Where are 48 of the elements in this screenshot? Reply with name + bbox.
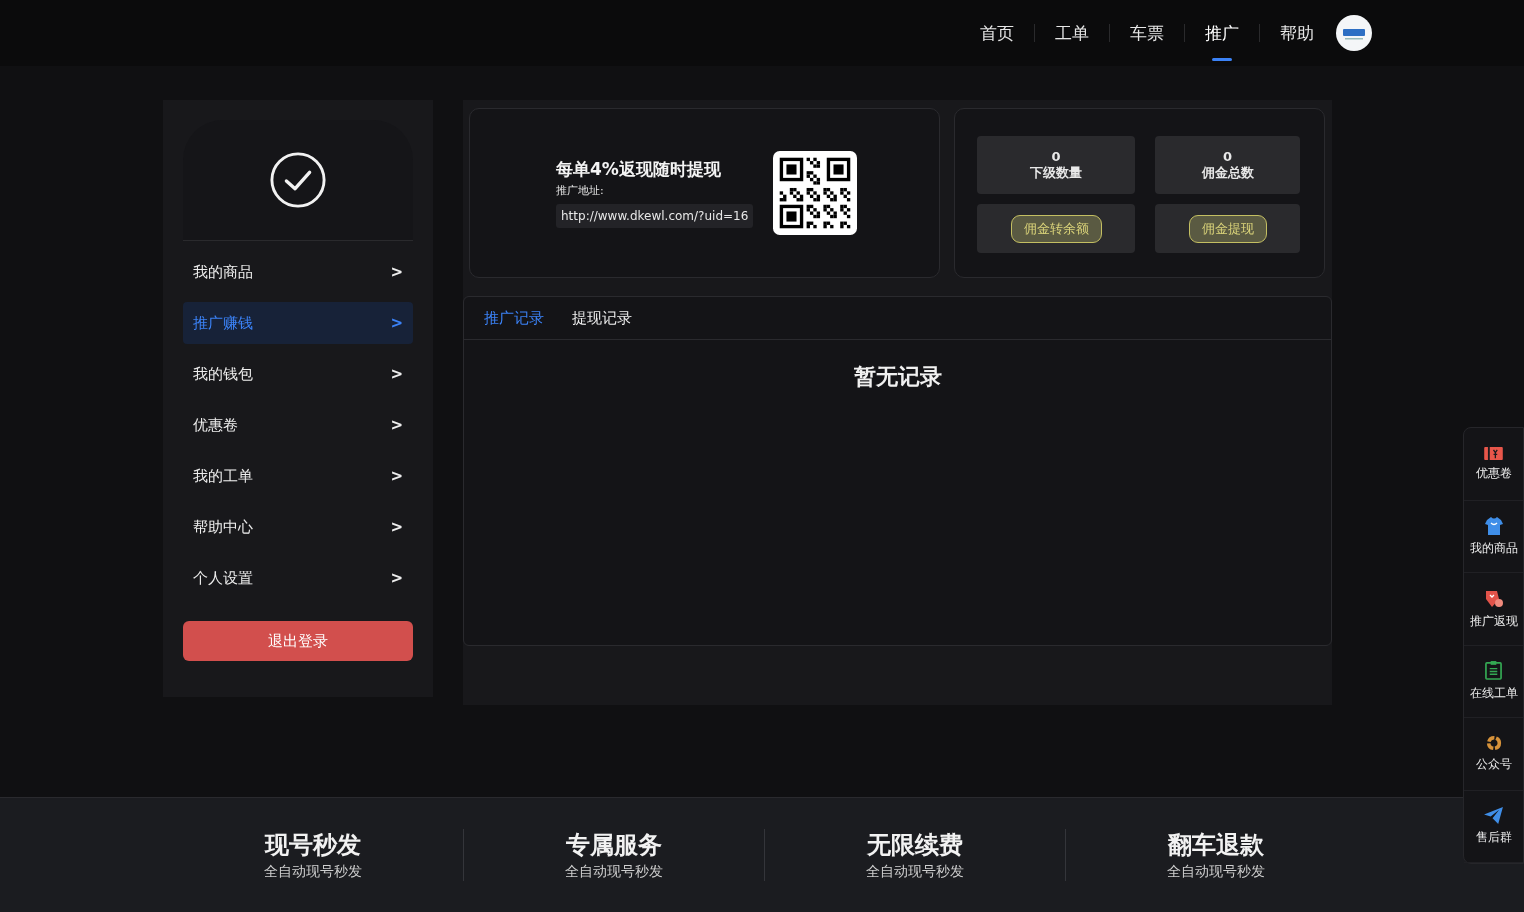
sidebar-item[interactable]: 优惠卷 > bbox=[183, 404, 413, 446]
stat-value: 0 bbox=[1222, 148, 1232, 164]
sidebar-item[interactable]: 我的工单 > bbox=[183, 455, 413, 497]
toolbar-item[interactable]: 优惠卷 bbox=[1464, 428, 1523, 501]
feature-subtitle: 全自动现号秒发 bbox=[866, 863, 964, 881]
feature-title: 专属服务 bbox=[566, 830, 662, 861]
stat-label: 下级数量 bbox=[1030, 163, 1082, 182]
address-field[interactable]: http://www.dkewl.com/?uid=16 bbox=[556, 204, 754, 228]
nav-link[interactable]: 推广 bbox=[1203, 17, 1241, 49]
empty-message: 暂无记录 bbox=[852, 363, 943, 391]
shirt-icon bbox=[1483, 516, 1504, 535]
feature-subtitle: 全自动现号秒发 bbox=[1167, 863, 1265, 881]
qr-code-icon bbox=[773, 151, 858, 235]
nav-link[interactable]: 帮助 bbox=[1278, 17, 1316, 49]
tab[interactable]: 提现记录 bbox=[572, 308, 632, 328]
ticket-icon bbox=[1484, 446, 1503, 460]
stat-label: 佣金总数 bbox=[1201, 163, 1254, 182]
promo-title: 每单4%返现随时提现 bbox=[556, 158, 721, 181]
feature-title: 翻车退款 bbox=[1168, 830, 1264, 861]
toolbar-item[interactable]: 在线工单 bbox=[1464, 645, 1523, 718]
sidebar-item[interactable]: 帮助中心 > bbox=[183, 506, 413, 548]
logout-button[interactable]: 退出登录 bbox=[183, 621, 413, 661]
sidebar-item[interactable]: 我的商品 > bbox=[183, 251, 413, 293]
tab[interactable]: 推广记录 bbox=[484, 308, 544, 328]
address-label: 推广地址: bbox=[556, 183, 604, 198]
sidebar-item[interactable]: 推广赚钱 > bbox=[183, 302, 413, 344]
feature-subtitle: 全自动现号秒发 bbox=[264, 863, 362, 881]
stat-value: 0 bbox=[1051, 148, 1061, 164]
sidebar-item[interactable]: 我的钱包 > bbox=[183, 353, 413, 395]
ring-icon bbox=[1485, 735, 1502, 752]
commission-button[interactable]: 佣金转余额 bbox=[1010, 214, 1102, 243]
toolbar-item[interactable]: 我的商品 bbox=[1464, 500, 1523, 573]
nav-link[interactable]: 车票 bbox=[1128, 17, 1166, 49]
toolbar-item[interactable]: 推广返现 bbox=[1464, 573, 1523, 646]
logo-icon[interactable] bbox=[1336, 15, 1372, 51]
toolbar-item[interactable]: 公众号 bbox=[1464, 718, 1523, 791]
commission-button[interactable]: 佣金提现 bbox=[1188, 214, 1267, 243]
toolbar-item[interactable]: 售后群 bbox=[1464, 790, 1523, 863]
gift-icon bbox=[1483, 588, 1504, 609]
check-circle-icon bbox=[269, 151, 327, 209]
clipboard-icon bbox=[1485, 661, 1502, 681]
nav-link[interactable]: 工单 bbox=[1053, 17, 1091, 49]
paper-plane-icon bbox=[1484, 807, 1503, 825]
feature-subtitle: 全自动现号秒发 bbox=[565, 863, 663, 881]
feature-title: 现号秒发 bbox=[265, 830, 361, 861]
nav-link[interactable]: 首页 bbox=[978, 17, 1016, 49]
sidebar-item[interactable]: 个人设置 > bbox=[183, 557, 413, 599]
feature-title: 无限续费 bbox=[867, 830, 963, 861]
